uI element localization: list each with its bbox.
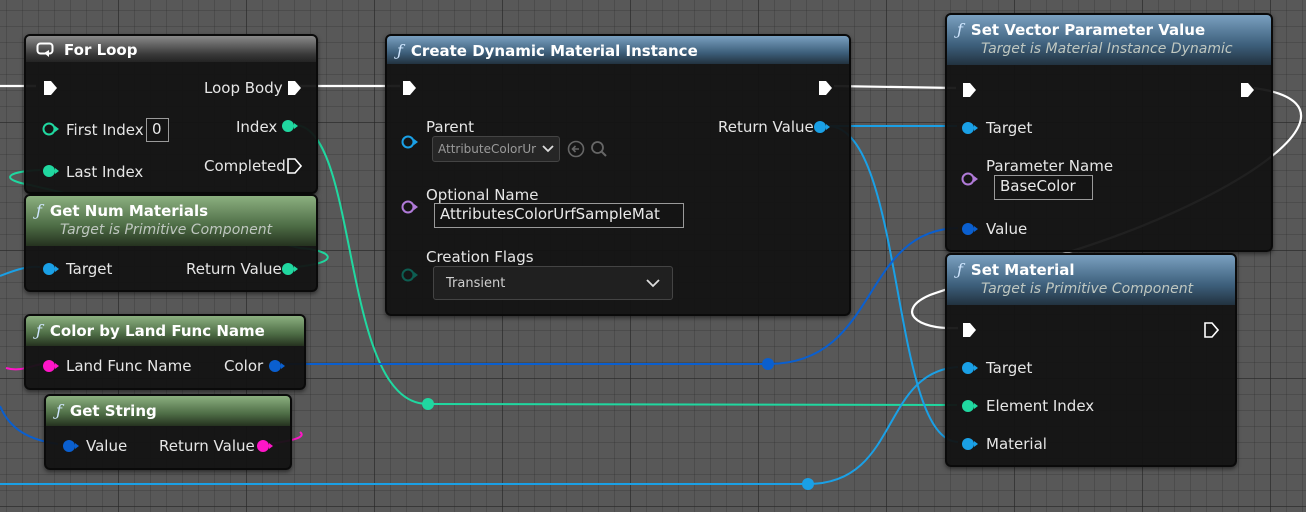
optional-name-pin[interactable] (401, 200, 419, 214)
parameter-name-pin[interactable] (961, 172, 979, 186)
exec-wire-create-to-set-vector (833, 84, 957, 90)
parent-pin[interactable] (401, 135, 419, 149)
element-index-label: Element Index (986, 397, 1095, 415)
function-icon: ƒ (36, 201, 42, 220)
color-by-land-func-node[interactable]: ƒ Color by Land Func Name Land Func Name … (24, 314, 306, 390)
color-by-land-title: Color by Land Func Name (49, 321, 265, 340)
set-material-exec-out-pin[interactable] (1203, 322, 1219, 338)
num-materials-return-pin[interactable] (281, 262, 299, 276)
create-dmi-return-pin[interactable] (813, 120, 831, 134)
loop-icon (36, 42, 54, 57)
set-material-target-label: Target (986, 359, 1033, 377)
optional-name-label: Optional Name (426, 186, 539, 204)
get-num-materials-node[interactable]: ƒ Get Num Materials Target is Primitive C… (24, 194, 318, 292)
use-selected-asset-icon[interactable] (567, 140, 585, 158)
exec-in-pin[interactable] (42, 80, 58, 96)
land-func-name-label: Land Func Name (66, 357, 192, 375)
function-icon: ƒ (397, 41, 403, 60)
num-materials-target-pin[interactable] (42, 262, 60, 276)
set-material-header: ƒ Set Material Target is Primitive Compon… (947, 255, 1235, 305)
get-num-materials-subtitle: Target is Primitive Component (60, 222, 273, 238)
parameter-name-field[interactable]: BaseColor (994, 175, 1093, 200)
index-label: Index (236, 118, 278, 136)
last-index-label: Last Index (66, 163, 144, 181)
loop-body-exec-pin[interactable] (286, 80, 302, 96)
create-dmi-header: ƒ Create Dynamic Material Instance (387, 36, 849, 64)
return-value-label: Return Value (718, 118, 814, 136)
reroute-knot-component[interactable] (802, 478, 814, 490)
creation-flags-label: Creation Flags (426, 248, 534, 266)
creation-flags-pin[interactable] (401, 268, 419, 282)
first-index-pin[interactable] (42, 122, 60, 136)
for-loop-title: For Loop (64, 41, 138, 59)
get-num-materials-header: ƒ Get Num Materials Target is Primitive C… (26, 196, 316, 246)
set-material-exec-in-pin[interactable] (961, 322, 977, 338)
set-vector-title: Set Vector Parameter Value (970, 20, 1206, 39)
get-string-node[interactable]: ƒ Get String Value Return Value (44, 394, 292, 470)
create-dmi-node[interactable]: ƒ Create Dynamic Material Instance Parent… (385, 34, 851, 316)
set-material-title: Set Material (970, 260, 1075, 279)
reroute-knot-index[interactable] (422, 398, 434, 410)
material-label: Material (986, 435, 1047, 453)
set-vector-header: ƒ Set Vector Parameter Value Target is Ma… (947, 15, 1271, 65)
creation-flags-value: Transient (446, 275, 506, 291)
set-vector-parameter-node[interactable]: ƒ Set Vector Parameter Value Target is Ma… (945, 13, 1273, 252)
chevron-down-icon (646, 278, 660, 287)
get-string-value-pin[interactable] (62, 439, 80, 453)
parent-label: Parent (426, 118, 475, 136)
create-dmi-exec-in-pin[interactable] (401, 80, 417, 96)
creation-flags-dropdown[interactable]: Transient (433, 266, 673, 300)
first-index-label: First Index (66, 121, 144, 139)
last-index-pin[interactable] (42, 164, 60, 178)
browse-asset-search-icon[interactable] (590, 140, 608, 158)
function-icon: ƒ (957, 20, 963, 39)
parent-asset-dropdown[interactable]: AttributeColorUr (432, 136, 560, 162)
set-vector-exec-in-pin[interactable] (961, 82, 977, 98)
num-materials-return-label: Return Value (186, 260, 282, 278)
set-vector-target-label: Target (986, 119, 1033, 137)
set-vector-value-label: Value (986, 220, 1028, 238)
color-out-pin[interactable] (268, 359, 286, 373)
parameter-name-label: Parameter Name (986, 157, 1114, 175)
get-string-return-label: Return Value (159, 437, 255, 455)
get-string-return-pin[interactable] (256, 439, 274, 453)
set-vector-subtitle: Target is Material Instance Dynamic (981, 41, 1233, 57)
land-func-name-pin[interactable] (42, 359, 60, 373)
set-material-subtitle: Target is Primitive Component (981, 281, 1194, 297)
get-string-value-label: Value (86, 437, 128, 455)
color-label: Color (224, 357, 264, 375)
element-index-pin[interactable] (961, 399, 979, 413)
function-icon: ƒ (36, 321, 42, 340)
index-pin[interactable] (281, 119, 299, 133)
completed-label: Completed (204, 157, 286, 175)
color-by-land-header: ƒ Color by Land Func Name (26, 316, 304, 346)
function-icon: ƒ (56, 401, 62, 420)
set-material-material-pin[interactable] (961, 437, 979, 451)
parent-asset-value: AttributeColorUr (438, 142, 537, 156)
get-num-materials-title: Get Num Materials (49, 201, 209, 220)
get-string-header: ƒ Get String (46, 396, 290, 426)
set-material-target-pin[interactable] (961, 361, 979, 375)
completed-exec-pin[interactable] (286, 158, 302, 174)
num-materials-target-label: Target (66, 260, 113, 278)
loop-body-label: Loop Body (204, 79, 283, 97)
optional-name-field[interactable]: AttributesColorUrfSampleMat (434, 203, 684, 228)
first-index-field[interactable]: 0 (146, 118, 169, 142)
for-loop-node[interactable]: For Loop Loop Body First Index 0 Index L… (24, 34, 318, 194)
get-string-title: Get String (69, 401, 157, 420)
set-material-node[interactable]: ƒ Set Material Target is Primitive Compon… (945, 253, 1237, 467)
function-icon: ƒ (957, 260, 963, 279)
set-vector-value-pin[interactable] (961, 222, 979, 236)
create-dmi-exec-out-pin[interactable] (817, 80, 833, 96)
reroute-knot-color[interactable] (762, 358, 774, 370)
create-dmi-title: Create Dynamic Material Instance (410, 41, 698, 60)
chevron-down-icon (542, 145, 554, 153)
set-vector-target-pin[interactable] (961, 121, 979, 135)
for-loop-header: For Loop (26, 36, 316, 62)
set-vector-exec-out-pin[interactable] (1239, 82, 1255, 98)
